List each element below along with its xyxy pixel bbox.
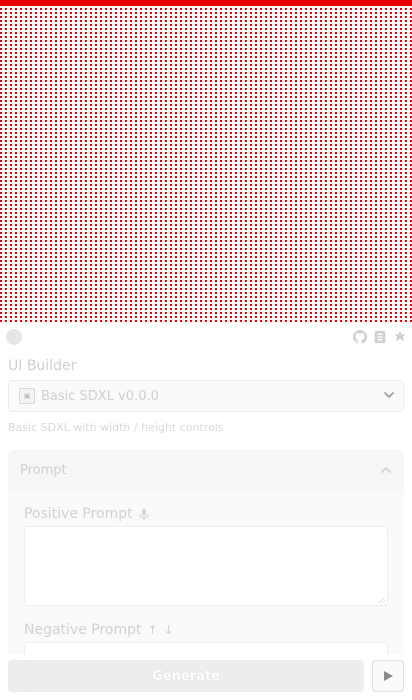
header-icons xyxy=(352,329,408,345)
image-canvas xyxy=(0,0,412,324)
chevron-down-icon xyxy=(384,392,394,399)
prompt-panel-header[interactable]: Prompt xyxy=(8,450,404,490)
prompt-panel-title: Prompt xyxy=(20,462,67,478)
ui-builder-label: UI Builder xyxy=(8,358,77,374)
github-icon[interactable] xyxy=(352,329,368,345)
workflow-badge-icon: ▣ xyxy=(19,388,35,404)
positive-prompt-input[interactable] xyxy=(24,526,388,606)
positive-prompt-label: Positive Prompt xyxy=(24,506,149,522)
play-icon xyxy=(384,671,393,681)
chevron-up-icon[interactable] xyxy=(380,464,392,476)
app-logo-icon[interactable] xyxy=(6,329,22,345)
workflow-select-value: Basic SDXL v0.0.0 xyxy=(41,388,159,404)
play-button[interactable] xyxy=(372,660,404,692)
emblem-icon[interactable] xyxy=(392,329,408,345)
workflow-description: Basic SDXL with width / height controls xyxy=(8,421,224,434)
negative-prompt-label-text: Negative Prompt xyxy=(24,622,142,638)
arrow-up-icon[interactable]: ↑ xyxy=(148,623,158,637)
arrow-down-icon[interactable]: ↓ xyxy=(164,623,174,637)
microphone-icon[interactable] xyxy=(139,508,149,521)
canvas-top-band xyxy=(0,0,412,6)
positive-prompt-label-text: Positive Prompt xyxy=(24,506,133,522)
document-icon[interactable] xyxy=(372,329,388,345)
negative-prompt-label: Negative Prompt ↑ ↓ xyxy=(24,622,174,638)
workflow-select[interactable]: ▣ Basic SDXL v0.0.0 xyxy=(8,380,404,412)
header-row xyxy=(0,326,412,348)
generate-button[interactable]: Generate xyxy=(8,660,364,692)
resize-handle-icon[interactable] xyxy=(378,596,385,603)
